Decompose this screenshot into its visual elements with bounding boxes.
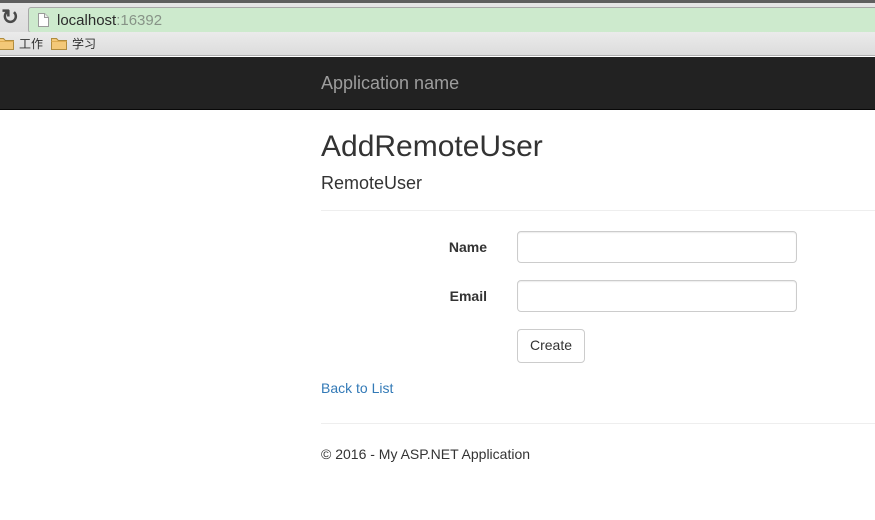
folder-icon bbox=[51, 37, 67, 50]
footer-divider bbox=[321, 423, 875, 424]
app-navbar: Application name bbox=[0, 57, 875, 110]
name-form-row: Name bbox=[321, 231, 875, 263]
bookmark-folder-work[interactable]: 工作 bbox=[0, 34, 49, 54]
email-label: Email bbox=[321, 288, 517, 304]
url-port: :16392 bbox=[116, 12, 162, 29]
page-title: AddRemoteUser bbox=[321, 130, 875, 163]
email-field[interactable] bbox=[517, 280, 797, 312]
page-icon bbox=[37, 12, 50, 28]
name-field[interactable] bbox=[517, 231, 797, 263]
add-remote-user-form: Name Email Create bbox=[321, 231, 875, 363]
email-form-row: Email bbox=[321, 280, 875, 312]
back-to-list-link[interactable]: Back to List bbox=[321, 380, 393, 396]
footer-copyright: © 2016 - My ASP.NET Application bbox=[321, 446, 875, 462]
page-footer: © 2016 - My ASP.NET Application bbox=[321, 446, 875, 462]
bookmark-label: 工作 bbox=[19, 35, 43, 52]
folder-icon bbox=[0, 37, 14, 50]
reload-icon[interactable]: ↻ bbox=[0, 5, 23, 31]
navbar-brand-link[interactable]: Application name bbox=[321, 73, 459, 94]
browser-toolbar: ↻ localhost:16392 bbox=[0, 3, 875, 32]
bookmark-label: 学习 bbox=[72, 35, 96, 52]
name-label: Name bbox=[321, 239, 517, 255]
divider bbox=[321, 210, 875, 211]
page-content: AddRemoteUser RemoteUser Name Email Crea… bbox=[0, 110, 875, 462]
submit-row: Create bbox=[517, 329, 875, 363]
bookmark-folder-study[interactable]: 学习 bbox=[49, 34, 102, 54]
address-bar[interactable]: localhost:16392 bbox=[28, 7, 875, 33]
page-subtitle: RemoteUser bbox=[321, 173, 875, 193]
create-button[interactable]: Create bbox=[517, 329, 585, 363]
bookmarks-bar: 工作 学习 bbox=[0, 32, 875, 56]
url-text: localhost:16392 bbox=[57, 12, 162, 29]
url-host: localhost bbox=[57, 12, 116, 29]
